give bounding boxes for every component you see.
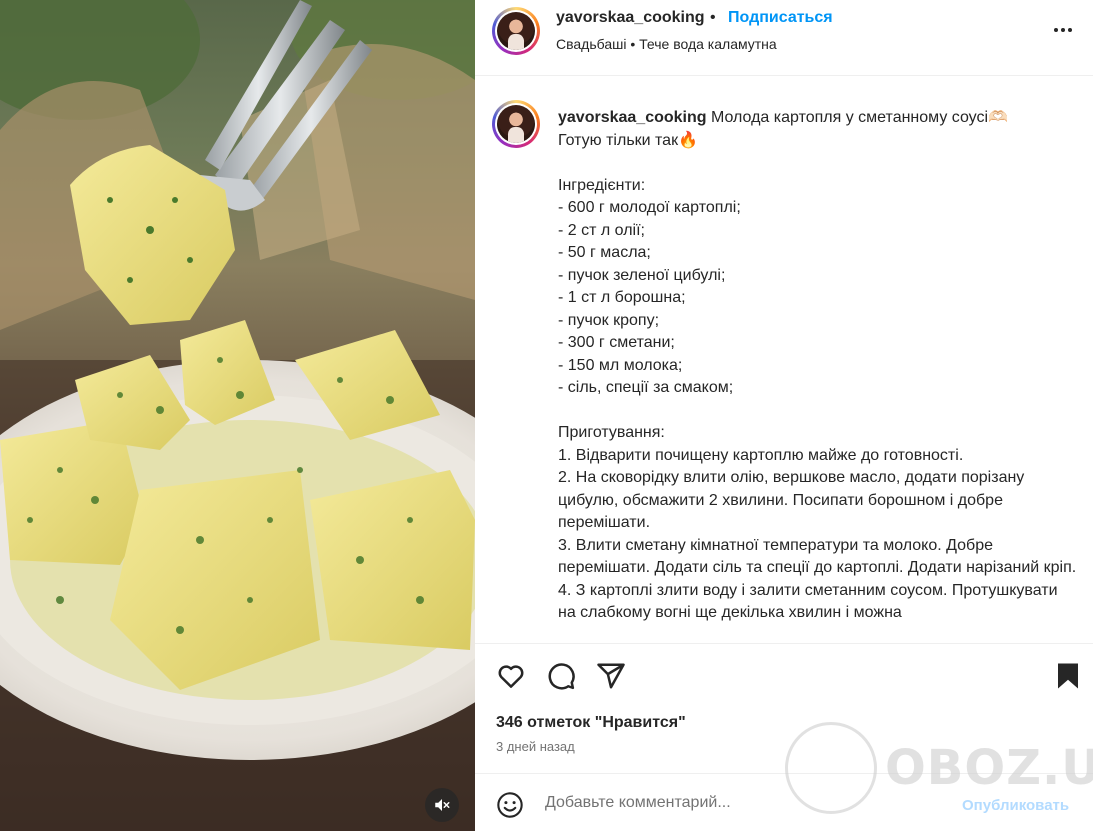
post-media[interactable]	[0, 0, 475, 831]
separator-dot: •	[710, 9, 716, 26]
more-horizontal-icon	[1054, 28, 1072, 32]
caption-body: Молода картопля у сметанному соусі🫶🏻 Гот…	[558, 109, 1077, 621]
post-actions: 346 отметок "Нравится" 3 дней назад	[475, 643, 1093, 773]
publish-button[interactable]: Опубликовать	[962, 797, 1069, 814]
like-count[interactable]: 346 отметок "Нравится"	[496, 714, 686, 732]
speaker-muted-icon	[435, 799, 450, 811]
heart-icon	[498, 665, 524, 688]
emoji-button[interactable]	[496, 791, 524, 819]
post-header: yavorskaa_cooking • Подписаться Свадьбаш…	[475, 0, 1093, 76]
caption-avatar[interactable]	[492, 100, 540, 148]
comment-button[interactable]	[546, 661, 576, 691]
author-avatar[interactable]	[492, 7, 540, 55]
mute-button[interactable]	[425, 788, 459, 822]
bookmark-icon	[1058, 663, 1078, 689]
caption-area[interactable]: yavorskaa_cooking Молода картопля у смет…	[475, 77, 1093, 643]
save-button[interactable]	[1053, 661, 1083, 691]
comment-input[interactable]	[545, 788, 945, 818]
post-timestamp: 3 дней назад	[496, 739, 575, 754]
audio-track[interactable]: Свадьбаші • Тече вода каламутна	[556, 36, 777, 52]
comment-icon	[548, 663, 575, 690]
comment-bar: Опубликовать	[475, 773, 1093, 831]
caption-text: yavorskaa_cooking Молода картопля у смет…	[558, 107, 1078, 625]
share-button[interactable]	[596, 661, 626, 691]
share-icon	[597, 663, 625, 689]
emoji-icon	[497, 792, 523, 818]
post-panel: yavorskaa_cooking • Подписаться Свадьбаш…	[475, 0, 1093, 831]
more-options-button[interactable]	[1051, 18, 1075, 46]
follow-button[interactable]: Подписаться	[728, 9, 833, 27]
caption-username[interactable]: yavorskaa_cooking	[558, 109, 707, 126]
author-username[interactable]: yavorskaa_cooking	[556, 9, 705, 27]
like-button[interactable]	[496, 661, 526, 691]
food-photo	[0, 0, 475, 831]
